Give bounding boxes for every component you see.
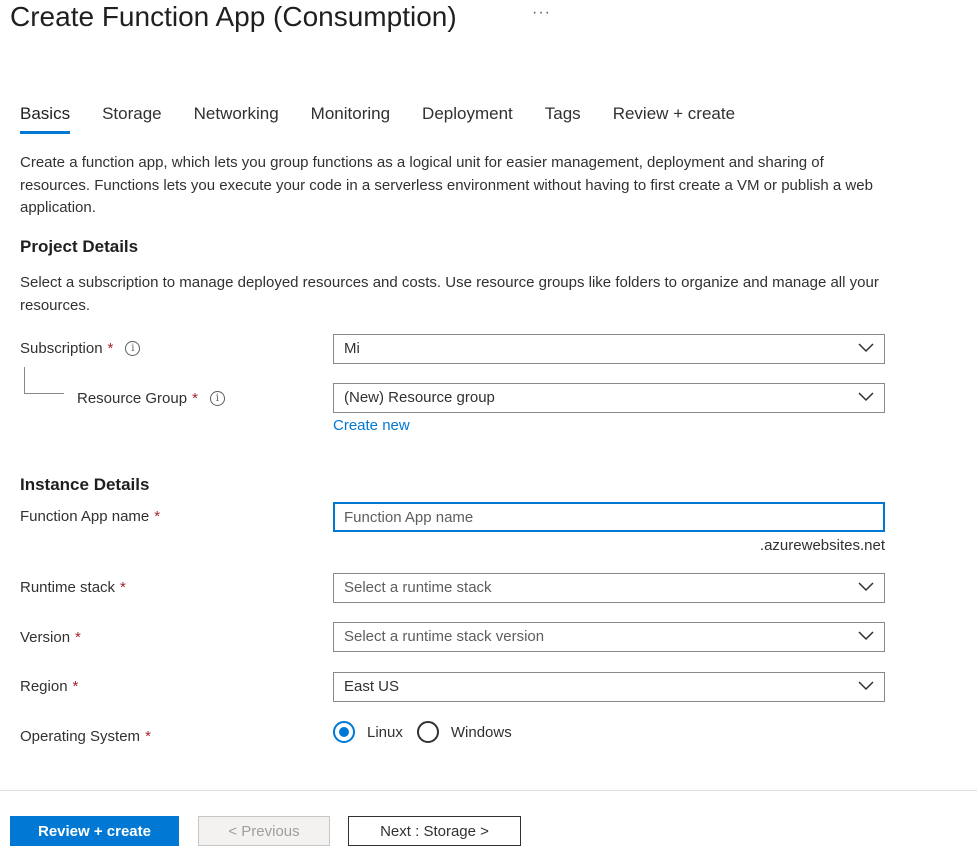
chevron-down-icon <box>858 681 874 691</box>
version-dropdown[interactable]: Select a runtime stack version <box>333 622 885 652</box>
radio-checked-icon[interactable] <box>333 721 355 743</box>
project-details-description: Select a subscription to manage deployed… <box>20 274 879 314</box>
subscription-dropdown[interactable]: Mi <box>333 334 885 364</box>
footer-divider <box>0 790 977 791</box>
tab-storage[interactable]: Storage <box>102 103 162 132</box>
previous-button[interactable]: < Previous <box>198 816 330 846</box>
more-options-icon[interactable]: ··· <box>532 4 551 22</box>
operating-system-radio-group: Linux Windows <box>333 721 526 743</box>
operating-system-label-text: Operating System <box>20 728 141 745</box>
instance-details-heading: Instance Details <box>20 475 150 494</box>
required-mark: * <box>75 629 81 646</box>
radio-windows-label: Windows <box>450 723 512 741</box>
radio-linux-label: Linux <box>367 723 403 741</box>
subscription-value: Mi <box>344 340 360 357</box>
region-label: Region * <box>20 678 78 695</box>
required-mark: * <box>192 390 198 407</box>
create-new-link[interactable]: Create new <box>333 417 410 434</box>
chevron-down-icon <box>858 631 874 641</box>
runtime-stack-dropdown[interactable]: Select a runtime stack <box>333 573 885 603</box>
page-title: Create Function App (Consumption) <box>10 1 457 32</box>
resource-group-label: Resource Group * i <box>77 390 225 407</box>
region-label-text: Region <box>20 678 68 695</box>
tree-connector <box>24 367 64 394</box>
subscription-label: Subscription * i <box>20 340 141 357</box>
project-details-heading: Project Details <box>20 237 139 256</box>
runtime-stack-label-text: Runtime stack <box>20 579 116 596</box>
required-mark: * <box>145 728 151 745</box>
tab-bar: Basics Storage Networking Monitoring Dep… <box>20 103 767 134</box>
app-name-label: Function App name * <box>20 508 160 525</box>
version-label: Version * <box>20 629 81 646</box>
function-app-name-input[interactable] <box>333 502 885 532</box>
chevron-down-icon <box>858 392 874 402</box>
required-mark: * <box>107 340 114 357</box>
tab-networking[interactable]: Networking <box>194 103 279 132</box>
required-mark: * <box>72 678 79 695</box>
chevron-down-icon <box>858 343 874 353</box>
region-value: East US <box>344 678 400 695</box>
region-dropdown[interactable]: East US <box>333 672 885 702</box>
tab-tags[interactable]: Tags <box>545 103 581 132</box>
radio-windows[interactable]: Windows <box>416 721 512 743</box>
subscription-label-text: Subscription <box>20 340 103 357</box>
required-mark: * <box>120 579 126 596</box>
tab-basics[interactable]: Basics <box>20 103 71 134</box>
version-label-text: Version <box>20 629 71 646</box>
version-value: Select a runtime stack version <box>344 628 545 645</box>
resource-group-label-text: Resource Group <box>77 390 188 407</box>
runtime-stack-value: Select a runtime stack <box>344 579 492 596</box>
required-mark: * <box>154 508 161 525</box>
app-name-label-text: Function App name <box>20 508 150 525</box>
operating-system-label: Operating System * <box>20 728 151 745</box>
chevron-down-icon <box>858 582 874 592</box>
info-icon[interactable]: i <box>209 391 225 406</box>
domain-suffix: .azurewebsites.net <box>759 537 885 554</box>
tab-deployment[interactable]: Deployment <box>422 103 513 132</box>
tab-review-create[interactable]: Review + create <box>613 103 735 132</box>
next-storage-button[interactable]: Next : Storage > <box>348 816 521 846</box>
resource-group-dropdown[interactable]: (New) Resource group <box>333 383 885 413</box>
runtime-stack-label: Runtime stack * <box>20 579 126 596</box>
resource-group-value: (New) Resource group <box>344 389 495 406</box>
tab-monitoring[interactable]: Monitoring <box>311 103 390 132</box>
review-create-button[interactable]: Review + create <box>10 816 179 846</box>
info-icon[interactable]: i <box>125 341 141 356</box>
radio-linux[interactable]: Linux <box>333 721 403 743</box>
radio-unchecked-icon[interactable] <box>416 721 439 743</box>
intro-text: Create a function app, which lets you gr… <box>20 154 873 216</box>
